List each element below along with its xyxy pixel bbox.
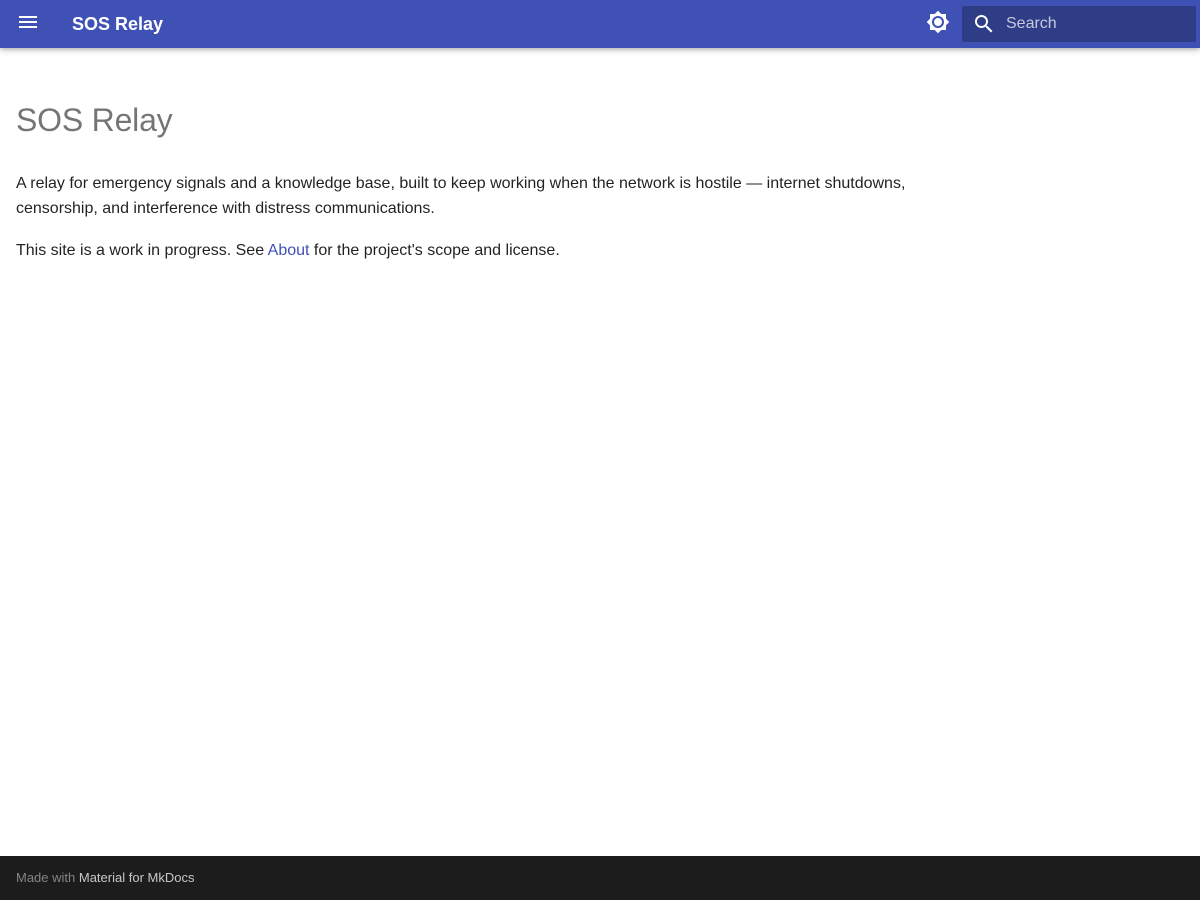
footer-made-with: Made with [16, 870, 79, 885]
page-title: SOS Relay [16, 102, 173, 138]
main-content: SOS Relay A relay for emergency signals … [16, 48, 916, 263]
search-input[interactable] [1006, 6, 1192, 42]
status-paragraph: This site is a work in progress. See Abo… [16, 238, 916, 263]
menu-button[interactable] [8, 4, 48, 44]
status-text-after: for the project's scope and license. [309, 242, 560, 259]
search-icon [972, 12, 996, 36]
top-header: SOS Relay [0, 0, 1200, 48]
footer-material-link[interactable]: Material for MkDocs [79, 870, 195, 885]
intro-paragraph: A relay for emergency signals and a know… [16, 175, 906, 217]
status-text-before: This site is a work in progress. See [16, 242, 268, 259]
footer: Made with Material for MkDocs [0, 856, 1200, 900]
menu-icon [16, 10, 40, 39]
theme-toggle-button[interactable] [918, 4, 958, 44]
site-title[interactable]: SOS Relay [72, 0, 163, 48]
search-box[interactable] [962, 6, 1196, 42]
about-link[interactable]: About [268, 242, 310, 259]
brightness-icon [926, 10, 950, 39]
